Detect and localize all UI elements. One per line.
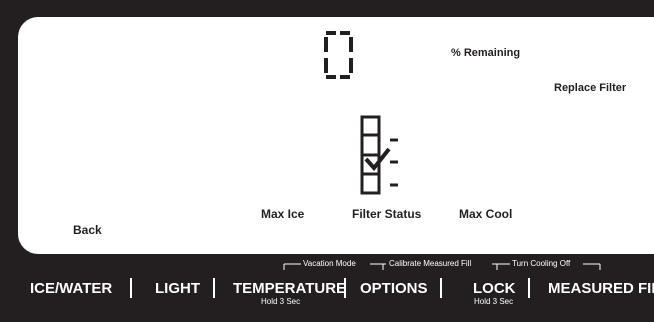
light-button[interactable]: LIGHT bbox=[155, 280, 200, 298]
options-button[interactable]: OPTIONS bbox=[360, 280, 428, 298]
measured-fill-button[interactable]: MEASURED FILL bbox=[548, 280, 654, 298]
max-ice-label: Max Ice bbox=[261, 207, 305, 221]
filter-remaining-digit bbox=[324, 31, 354, 81]
percent-remaining-label: % Remaining bbox=[451, 47, 521, 59]
max-cool-label: Max Cool bbox=[459, 207, 513, 221]
button-divider bbox=[528, 278, 530, 298]
digit-segment bbox=[349, 37, 353, 52]
ice-water-button[interactable]: ICE/WATER bbox=[30, 280, 112, 298]
temperature-hold-hint: Hold 3 Sec bbox=[261, 297, 301, 306]
digit-segment bbox=[349, 58, 353, 73]
button-bar: Vacation Mode Calibrate Measured Fill Tu… bbox=[0, 254, 654, 322]
vacation-mode-label: Vacation Mode bbox=[303, 259, 356, 268]
back-label: Back bbox=[73, 223, 102, 237]
digit-segment bbox=[324, 37, 328, 52]
replace-filter-label: Replace Filter bbox=[554, 82, 627, 94]
digit-segment bbox=[340, 75, 350, 79]
control-panel: % Remaining Replace Filter Max Ice Filte… bbox=[0, 0, 654, 322]
digit-segment bbox=[326, 31, 336, 35]
digit-segment bbox=[340, 31, 350, 35]
calibrate-measured-fill-label: Calibrate Measured Fill bbox=[389, 259, 472, 268]
filter-status-icon bbox=[360, 115, 398, 195]
button-divider bbox=[344, 278, 346, 298]
lock-button[interactable]: LOCK bbox=[473, 280, 516, 298]
lock-hold-hint: Hold 3 Sec bbox=[474, 297, 514, 306]
filter-status-label: Filter Status bbox=[352, 207, 422, 221]
turn-cooling-off-label: Turn Cooling Off bbox=[512, 259, 571, 268]
button-divider bbox=[440, 278, 442, 298]
button-divider bbox=[213, 278, 215, 298]
digit-segment bbox=[326, 75, 336, 79]
digit-segment bbox=[324, 58, 328, 73]
temperature-button[interactable]: TEMPERATURE bbox=[233, 280, 346, 298]
button-divider bbox=[130, 278, 132, 298]
